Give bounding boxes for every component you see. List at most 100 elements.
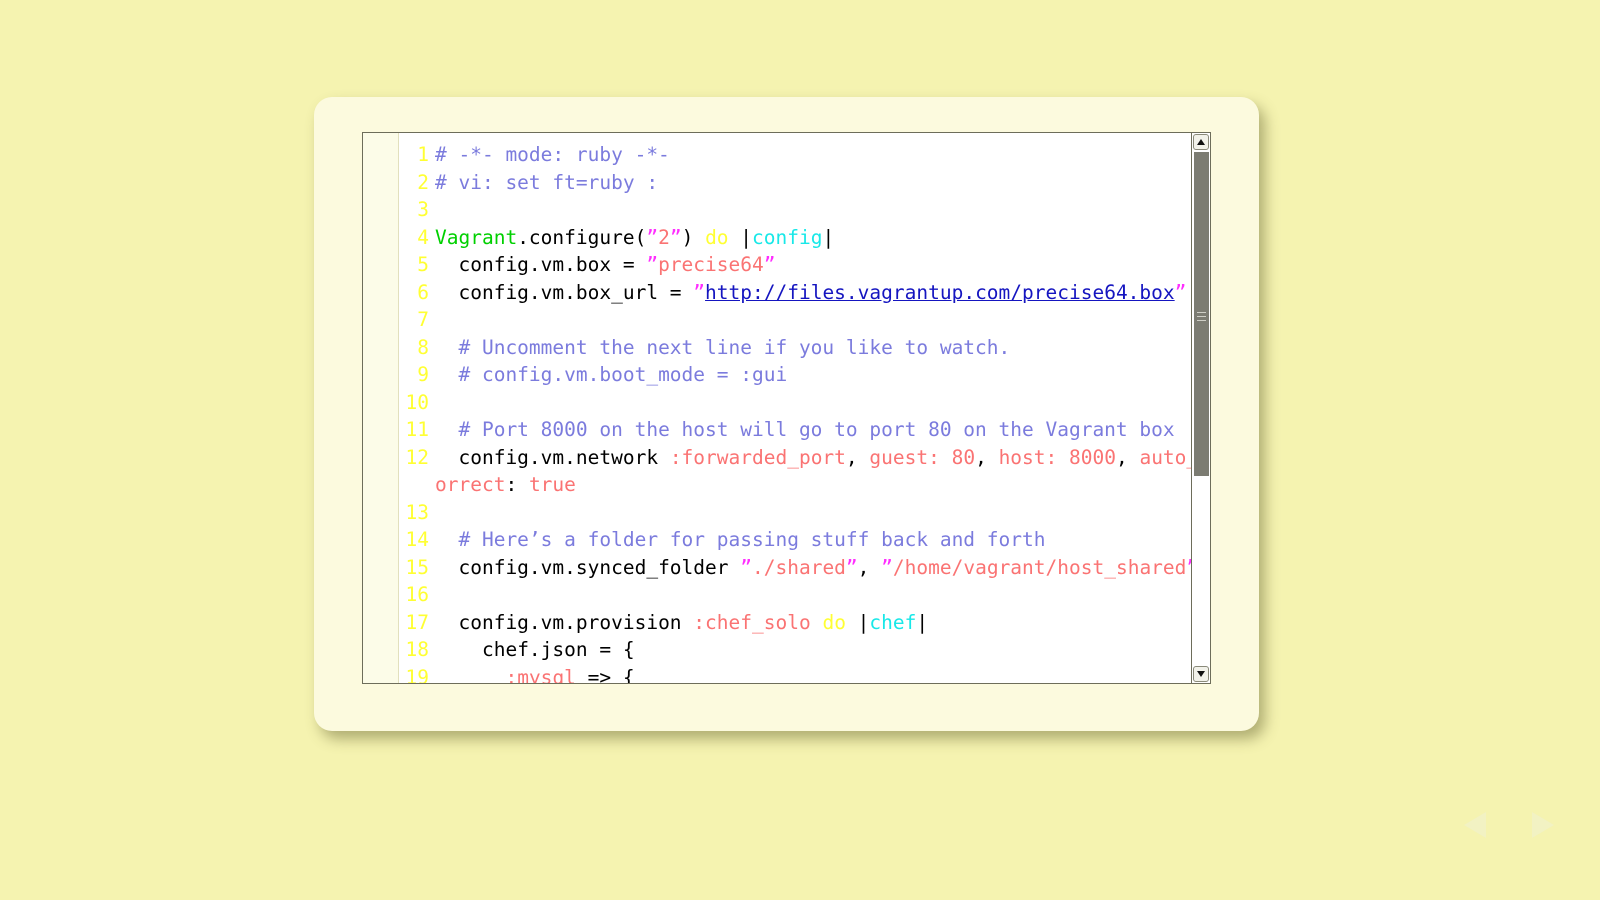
code-lines: 1 # -*- mode: ruby -*- 2 # vi: set ft=ruby … (399, 133, 1210, 683)
line-number: 6 (417, 280, 429, 304)
code-token: : (505, 473, 518, 496)
code-line: 5 config.vm.box = ”precise64” (399, 251, 1210, 279)
triangle-up-icon (1197, 139, 1205, 145)
code-line: 6 config.vm.box_url = ”http://files.vagr… (399, 279, 1210, 307)
slide-panel: 1 # -*- mode: ruby -*- 2 # vi: set ft=ruby … (314, 97, 1259, 731)
code-line-content (435, 583, 447, 606)
line-number: 17 (405, 610, 429, 634)
code-token: | (845, 610, 870, 634)
line-number: 8 (417, 335, 429, 359)
code-line-content: chef.json = { (435, 638, 635, 661)
previous-slide-arrow-icon[interactable] (1464, 812, 1486, 838)
code-line: 8 # Uncomment the next line if you like … (399, 334, 1210, 362)
code-line-content: config.vm.box = ”precise64” (435, 253, 776, 276)
code-line: 3 (399, 196, 1210, 224)
next-slide-arrow-icon[interactable] (1532, 812, 1554, 838)
code-token: | (916, 610, 929, 634)
code-token: # Uncomment the next line if you like to… (435, 335, 1011, 359)
code-line-content (435, 308, 447, 331)
code-token: :mysql (505, 665, 576, 684)
line-number: 10 (405, 390, 429, 414)
code-line-content: :mysql => { (435, 665, 634, 684)
code-token: 2 (658, 225, 670, 249)
code-token: ” (669, 225, 682, 249)
line-number: 11 (405, 418, 429, 441)
code-line: 18 chef.json = { (399, 636, 1210, 664)
code-token: ./shared (752, 555, 846, 579)
code-token: config.vm.box_url = (435, 280, 694, 304)
line-number: 13 (405, 500, 429, 524)
code-line: 2 # vi: set ft=ruby : (399, 169, 1210, 197)
code-token: true (517, 473, 576, 496)
vertical-scrollbar[interactable] (1191, 133, 1210, 683)
code-line-content: config.vm.provision :chef_solo do |chef| (435, 611, 928, 634)
code-line-content: config.vm.network :forwarded_port, guest… (435, 446, 1210, 497)
line-number: 2 (417, 170, 429, 194)
code-token: chef (869, 610, 917, 634)
slide-navigation (1464, 808, 1554, 842)
code-token: | (728, 225, 753, 249)
code-token: ) (681, 225, 706, 249)
line-number: 7 (417, 308, 429, 331)
code-line-content (435, 391, 447, 414)
code-line-content: # Here’s a folder for passing stuff back… (435, 528, 1045, 551)
code-text-area[interactable]: 1 # -*- mode: ruby -*- 2 # vi: set ft=ruby … (399, 133, 1210, 683)
line-number: 18 (405, 638, 429, 661)
code-line: 14 # Here’s a folder for passing stuff b… (399, 526, 1210, 554)
line-number: 4 (417, 225, 429, 249)
code-line: 19 :mysql => { (399, 664, 1210, 684)
code-token: precise64 (658, 253, 764, 276)
code-line: 7 (399, 306, 1210, 334)
code-token: ” (646, 225, 659, 249)
line-number: 5 (417, 253, 429, 276)
code-token: , (845, 445, 870, 469)
code-line: 12 config.vm.network :forwarded_port, gu… (399, 444, 1210, 499)
code-line: 4 Vagrant.configure(”2”) do |config| (399, 224, 1210, 252)
code-line: 16 (399, 581, 1210, 609)
line-number: 3 (417, 198, 429, 221)
code-token: ” (845, 555, 858, 579)
code-token: # vi: set ft=ruby : (435, 170, 659, 194)
line-number: 12 (405, 445, 429, 469)
code-line-content: # Port 8000 on the host will go to port … (435, 418, 1175, 441)
code-token: .configure( (517, 225, 647, 249)
line-number: 9 (417, 363, 429, 386)
code-editor[interactable]: 1 # -*- mode: ruby -*- 2 # vi: set ft=ruby … (362, 132, 1211, 684)
code-line: 15 config.vm.synced_folder ”./shared”, ”… (399, 554, 1210, 582)
code-token: :forwarded_port (669, 445, 846, 469)
scroll-up-button[interactable] (1193, 134, 1209, 150)
triangle-down-icon (1197, 671, 1205, 677)
code-line-content: config.vm.box_url = ”http://files.vagran… (435, 281, 1186, 304)
code-line: 17 config.vm.provision :chef_solo do |ch… (399, 609, 1210, 637)
code-token: config.vm.provision (435, 610, 694, 634)
code-line-content: config.vm.synced_folder ”./shared”, ”/ho… (435, 556, 1198, 579)
code-line: 9 # config.vm.boot_mode = :gui (399, 361, 1210, 389)
code-token: # config.vm.boot_mode = :gui (435, 363, 788, 386)
code-line-content: # -*- mode: ruby -*- (435, 143, 670, 166)
code-token: ” (693, 280, 706, 304)
line-number: 16 (405, 583, 429, 606)
code-line-content (435, 198, 447, 221)
code-line-content: # Uncomment the next line if you like to… (435, 336, 1010, 359)
code-token: config (752, 225, 823, 249)
code-line: 10 (399, 389, 1210, 417)
code-token: config.vm.synced_folder (435, 555, 741, 579)
line-number: 1 (417, 143, 429, 166)
code-line: 11 # Port 8000 on the host will go to po… (399, 416, 1210, 444)
code-token: :chef_solo (693, 610, 811, 634)
code-token: /home/vagrant/host_shared (892, 555, 1187, 579)
code-line: 13 (399, 499, 1210, 527)
code-line-content: # config.vm.boot_mode = :gui (435, 363, 787, 386)
code-token: , (975, 445, 999, 469)
code-token: do (705, 225, 729, 249)
scroll-down-button[interactable] (1193, 666, 1209, 682)
code-token: ” (763, 253, 776, 276)
line-number: 14 (405, 528, 429, 551)
code-token[interactable]: http://files.vagrantup.com/precise64.box (705, 281, 1175, 304)
code-token: Vagrant (435, 225, 518, 249)
scrollbar-thumb[interactable] (1194, 152, 1209, 476)
code-token: # Port 8000 on the host will go to port … (435, 418, 1175, 441)
code-token: , (857, 555, 882, 579)
code-token: config.vm.box = (435, 253, 647, 276)
